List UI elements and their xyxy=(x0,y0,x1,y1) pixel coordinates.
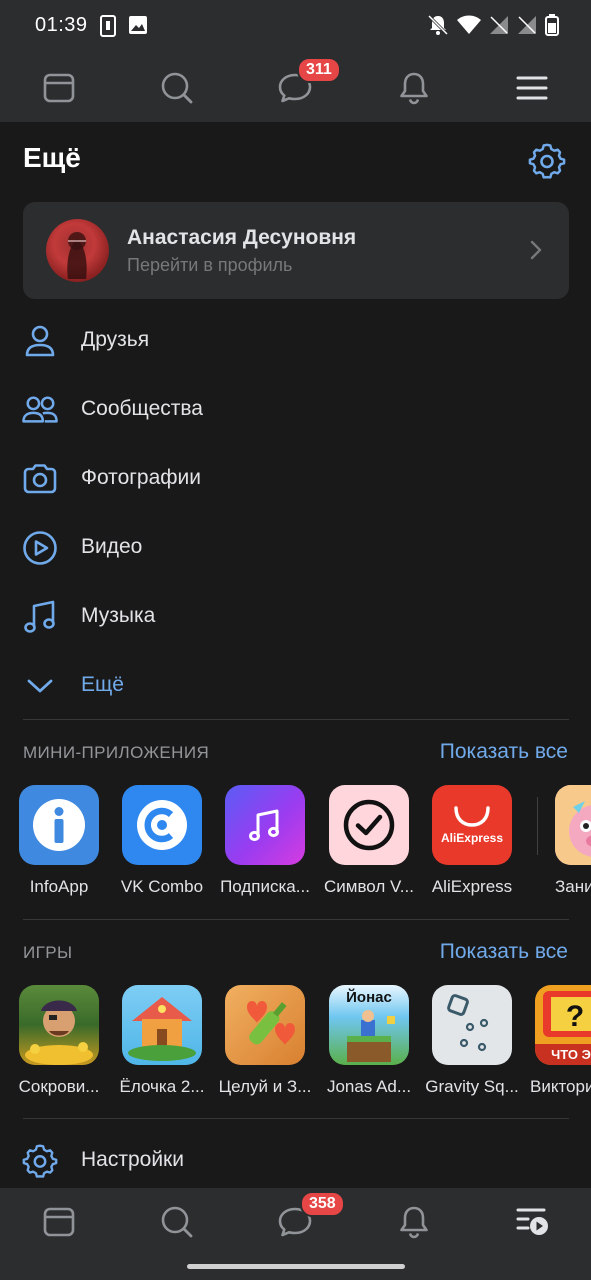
music-icon xyxy=(225,785,305,865)
menu-item-label: Фотографии xyxy=(81,466,202,489)
app-label: Зани xyxy=(555,877,591,896)
house-game-icon xyxy=(122,985,202,1065)
divider xyxy=(23,719,569,720)
menu-item-label: Друзья xyxy=(81,328,150,351)
news-tab[interactable] xyxy=(29,58,89,118)
aliexpress-logo-text: AliExpress xyxy=(440,830,504,845)
top-navigation: 311 xyxy=(0,54,591,122)
svg-text:?: ? xyxy=(566,1000,584,1033)
people-icon xyxy=(22,392,58,428)
app-label: InfoApp xyxy=(29,877,89,896)
profile-name: Анастасия Десуновня xyxy=(127,226,357,249)
aliexpress-icon: AliExpress xyxy=(432,785,512,865)
news-icon xyxy=(43,1207,75,1237)
info-icon xyxy=(19,785,99,865)
app-label: Ёлочка 2... xyxy=(119,1077,205,1096)
menu-more-button[interactable]: Ещё xyxy=(0,655,591,715)
quiz-game-icon: ? ЧТО ЭТ xyxy=(535,985,591,1065)
messages-tab[interactable]: 311 xyxy=(265,57,341,118)
menu-tab[interactable] xyxy=(502,58,562,118)
gear-icon xyxy=(22,1143,58,1179)
profile-subtitle: Перейти в профиль xyxy=(127,255,293,275)
app-label: Виктори xyxy=(530,1077,591,1096)
gravity-game-icon xyxy=(432,985,512,1065)
news-tab[interactable] xyxy=(29,1192,89,1252)
menu-icon xyxy=(516,76,548,100)
messages-badge: 358 xyxy=(300,1191,345,1217)
combo-icon xyxy=(122,785,202,865)
no-signal-icon xyxy=(517,15,537,40)
app-label: Jonas Ad... xyxy=(326,1077,412,1096)
image-icon xyxy=(128,15,148,40)
mini-apps-row: InfoApp VK Combo Подписка... Символ V...… xyxy=(0,785,591,905)
menu-item-label: Сообщества xyxy=(81,397,203,420)
chevron-down-icon xyxy=(22,668,58,704)
app-label: Gravity Sq... xyxy=(425,1077,519,1096)
bottle-game-icon xyxy=(225,985,305,1065)
games-row: Сокрови... Ёлочка 2... Целуй и З... Йона… xyxy=(0,985,591,1105)
menu-item-communities[interactable]: Сообщества xyxy=(0,379,591,439)
menu-item-label: Музыка xyxy=(81,604,156,627)
app-label: Подписка... xyxy=(220,877,310,896)
cartoon-pig-icon xyxy=(555,785,591,865)
no-signal-icon xyxy=(489,15,509,40)
menu-item-music[interactable]: Музыка xyxy=(0,586,591,646)
platformer-game-icon: Йонас xyxy=(329,985,409,1065)
notifications-icon xyxy=(400,72,428,105)
profile-card[interactable]: Анастасия Десуновня Перейти в профиль xyxy=(23,202,569,299)
messages-tab[interactable]: 358 xyxy=(265,1191,345,1252)
services-tab[interactable] xyxy=(502,1192,562,1252)
jonas-logo-text: Йонас xyxy=(346,989,392,1006)
status-time: 01:39 xyxy=(35,14,88,36)
mini-apps-heading: МИНИ-ПРИЛОЖЕНИЯ xyxy=(23,743,210,762)
menu-item-label: Видео xyxy=(81,535,143,558)
search-tab[interactable] xyxy=(147,1192,207,1252)
messages-badge: 311 xyxy=(297,57,341,83)
app-label: Целуй и З... xyxy=(218,1077,312,1096)
menu-more-label: Ещё xyxy=(81,673,124,696)
person-icon xyxy=(22,323,58,359)
games-heading: ИГРЫ xyxy=(23,943,73,962)
bell-off-icon xyxy=(427,14,449,41)
search-tab[interactable] xyxy=(147,58,207,118)
settings-button[interactable] xyxy=(528,142,566,185)
home-indicator[interactable] xyxy=(187,1264,405,1269)
menu-item-friends[interactable]: Друзья xyxy=(0,310,591,370)
quiz-logo-text: ЧТО ЭТ xyxy=(535,1044,591,1065)
menu-item-label: Настройки xyxy=(81,1148,184,1171)
battery-icon xyxy=(545,14,559,41)
services-icon xyxy=(516,1208,548,1235)
app-label: Символ V... xyxy=(324,877,414,896)
avatar xyxy=(46,219,109,282)
page-title: Ещё xyxy=(23,142,81,173)
notifications-tab[interactable] xyxy=(384,1192,444,1252)
menu-item-settings[interactable]: Настройки xyxy=(0,1130,591,1190)
divider xyxy=(23,1118,569,1119)
divider xyxy=(23,919,569,920)
news-icon xyxy=(43,73,75,103)
check-circle-icon xyxy=(329,785,409,865)
app-label: Сокрови... xyxy=(18,1077,100,1096)
menu-item-video[interactable]: Видео xyxy=(0,517,591,577)
pirate-game-icon xyxy=(19,985,99,1065)
app-label: AliExpress xyxy=(431,877,513,896)
search-icon xyxy=(161,1206,193,1238)
mini-apps-show-all-link[interactable]: Показать все xyxy=(440,740,568,764)
notifications-icon xyxy=(400,1206,428,1239)
games-show-all-link[interactable]: Показать все xyxy=(440,940,568,964)
notifications-tab[interactable] xyxy=(384,58,444,118)
camera-icon xyxy=(22,461,58,497)
gear-icon xyxy=(528,143,566,179)
menu-item-photos[interactable]: Фотографии xyxy=(0,448,591,508)
search-icon xyxy=(161,72,193,104)
status-bar: 01:39 xyxy=(0,0,591,54)
app-label: VK Combo xyxy=(120,877,204,896)
music-icon xyxy=(22,599,58,635)
separator xyxy=(537,797,538,855)
play-icon xyxy=(22,530,58,566)
wifi-icon xyxy=(457,15,481,40)
sim-icon xyxy=(100,15,116,42)
chevron-right-icon xyxy=(527,239,545,266)
